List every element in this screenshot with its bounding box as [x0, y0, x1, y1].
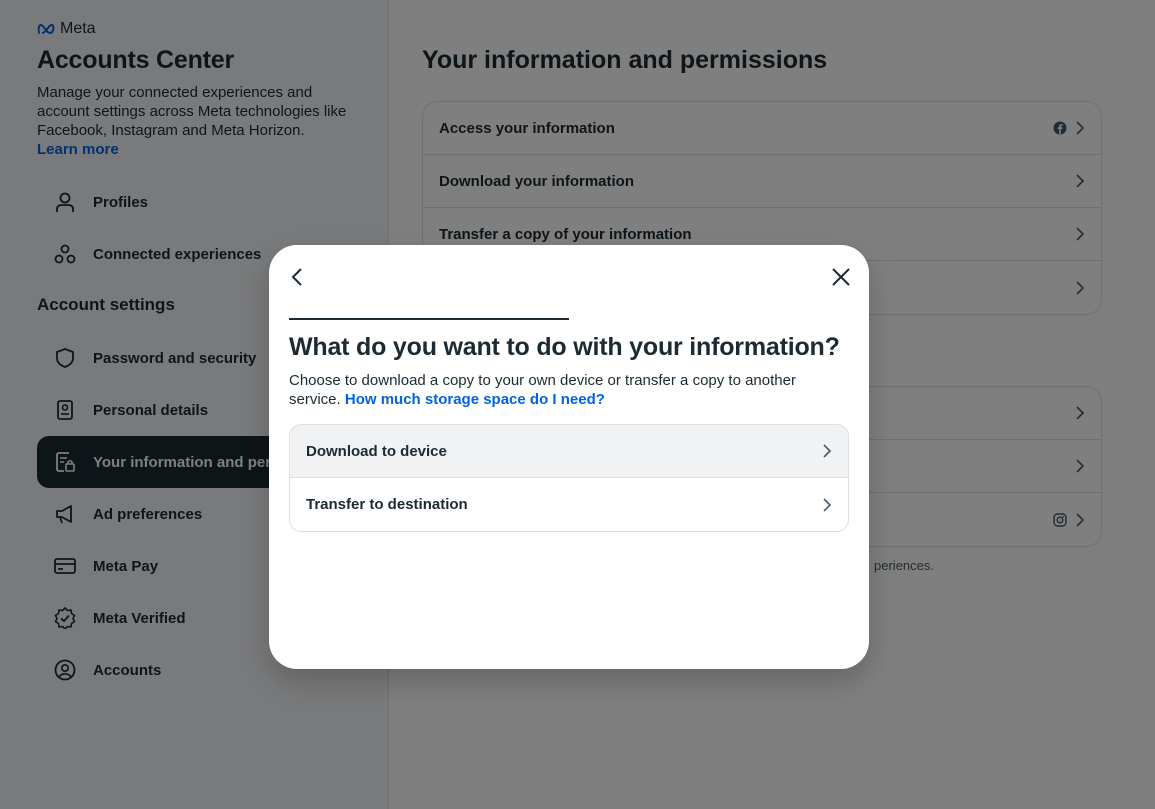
option-label: Download to device	[306, 442, 447, 460]
chevron-right-icon	[823, 444, 832, 458]
transfer-to-destination-option[interactable]: Transfer to destination	[290, 478, 848, 531]
chevron-right-icon	[823, 497, 832, 512]
download-to-device-option[interactable]: Download to device	[290, 425, 848, 478]
option-label: Transfer to destination	[306, 496, 468, 513]
information-dialog: What do you want to do with your informa…	[269, 245, 869, 669]
dialog-title: What do you want to do with your informa…	[289, 333, 840, 361]
close-button[interactable]	[829, 265, 853, 289]
progress-bar	[289, 318, 569, 320]
options-list: Download to device Transfer to destinati…	[289, 424, 849, 532]
back-button[interactable]	[287, 263, 307, 291]
close-icon	[832, 268, 850, 286]
chevron-left-icon	[291, 268, 302, 286]
dialog-description: Choose to download a copy to your own de…	[289, 371, 849, 409]
storage-help-link[interactable]: How much storage space do I need?	[345, 391, 605, 408]
